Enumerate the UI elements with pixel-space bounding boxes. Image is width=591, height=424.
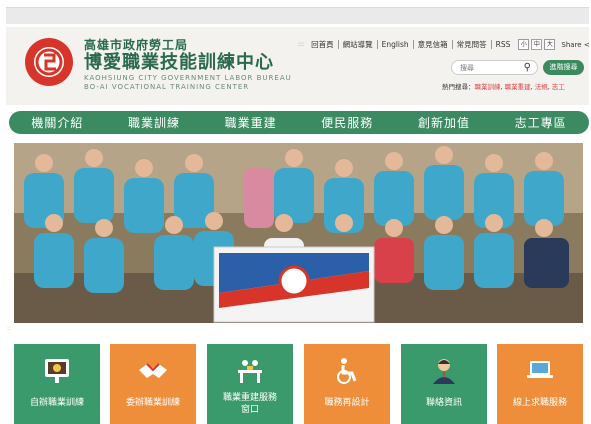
center-name: 博愛職業技能訓練中心 — [84, 52, 274, 73]
tile-label: 委辦職業訓練 — [125, 398, 180, 408]
nav-about[interactable]: 機關介紹 — [31, 114, 83, 131]
site-title[interactable]: 高雄市政府勞工局 博愛職業技能訓練中心 KAOHSIUNG CITY GOVER… — [84, 39, 292, 92]
share-label: Share — [561, 40, 582, 49]
center-name-en: BO-AI VOCATIONAL TRAINING CENTER — [84, 83, 250, 91]
tile-online-jobs[interactable]: 線上求職服務 — [497, 344, 583, 424]
tile-label: 自辦職業訓練 — [29, 398, 84, 408]
search-input[interactable]: 搜尋 ⚲ — [451, 60, 538, 75]
utility-nav: ::: 回首頁 網站導覽 English 意見信箱 常見問答 RSS 小 中 大… — [298, 39, 590, 50]
tile-rehab-window[interactable]: 職業重建服務 窗口 — [207, 344, 293, 424]
search-placeholder: 搜尋 — [460, 64, 474, 72]
nav-innovation[interactable]: 創新加值 — [418, 114, 470, 131]
volunteer-group-photo — [14, 143, 583, 323]
bureau-name: 高雄市政府勞工局 — [84, 38, 189, 52]
link-english[interactable]: English — [378, 40, 414, 49]
share-button[interactable]: Share < — [561, 41, 589, 49]
laptop-icon — [527, 361, 553, 378]
bureau-name-en: KAOHSIUNG CITY GOVERNMENT LABOR BUREAU — [84, 74, 292, 82]
nav-vocational-training[interactable]: 職業訓練 — [128, 114, 180, 131]
search-icon[interactable]: ⚲ — [524, 62, 531, 74]
nav-vocational-rehab[interactable]: 職業重建 — [225, 114, 277, 131]
hot-search-item[interactable]: 志工 — [552, 83, 565, 91]
tile-label: 職務再設計 — [324, 398, 370, 408]
top-strip — [6, 7, 589, 24]
site-header: 高雄市政府勞工局 博愛職業技能訓練中心 KAOHSIUNG CITY GOVER… — [6, 27, 590, 105]
link-rss[interactable]: RSS — [492, 40, 515, 49]
quick-links: 自辦職業訓練 委辦職業訓練 職業重建服務 窗口 職務再設計 聯絡資訊 線上求職服… — [0, 344, 591, 424]
drag-handle-icon[interactable]: :: — [7, 325, 11, 332]
tile-label: 線上求職服務 — [512, 398, 567, 408]
tile-commissioned-training[interactable]: 委辦職業訓練 — [110, 344, 196, 424]
wheelchair-icon — [337, 358, 357, 384]
hot-search-label: 熱門搜尋： — [442, 83, 475, 91]
advanced-search-button[interactable]: 進階搜尋 — [543, 60, 584, 75]
nav-volunteers[interactable]: 志工專區 — [515, 114, 567, 131]
link-sitemap[interactable]: 網站導覽 — [339, 40, 378, 49]
font-large-button[interactable]: 大 — [544, 39, 556, 50]
tile-label: 職業重建服務 — [222, 393, 277, 403]
presentation-icon — [45, 359, 69, 383]
accesskey-icon[interactable]: ::: — [298, 41, 304, 48]
hot-search: 熱門搜尋：職業訓練, 職業重建, 法規, 志工 — [442, 83, 565, 91]
main-nav: 機關介紹 職業訓練 職業重建 便民服務 創新加值 志工專區 — [9, 111, 589, 134]
hot-search-item[interactable]: 法規 — [535, 83, 548, 91]
counter-service-icon — [238, 360, 262, 383]
link-faq[interactable]: 常見問答 — [453, 40, 492, 49]
tile-self-training[interactable]: 自辦職業訓練 — [14, 344, 100, 424]
link-home[interactable]: 回首頁 — [307, 40, 339, 49]
font-small-button[interactable]: 小 — [518, 39, 530, 50]
hot-search-item[interactable]: 職業訓練 — [475, 83, 501, 91]
contact-person-icon — [433, 359, 455, 384]
hero-banner[interactable] — [14, 143, 583, 323]
tile-label-line2: 窗口 — [240, 405, 259, 415]
handshake-icon — [139, 363, 167, 378]
tile-label: 聯絡資訊 — [425, 398, 462, 408]
font-medium-button[interactable]: 中 — [531, 39, 543, 50]
tile-contact-info[interactable]: 聯絡資訊 — [401, 344, 487, 424]
link-feedback[interactable]: 意見信箱 — [414, 40, 453, 49]
tile-job-redesign[interactable]: 職務再設計 — [304, 344, 390, 424]
share-icon: < — [583, 40, 590, 49]
font-size-switcher: 小 中 大 — [518, 39, 556, 50]
bureau-logo[interactable] — [24, 37, 74, 87]
hot-search-item[interactable]: 職業重建 — [505, 83, 531, 91]
nav-public-services[interactable]: 便民服務 — [321, 114, 373, 131]
